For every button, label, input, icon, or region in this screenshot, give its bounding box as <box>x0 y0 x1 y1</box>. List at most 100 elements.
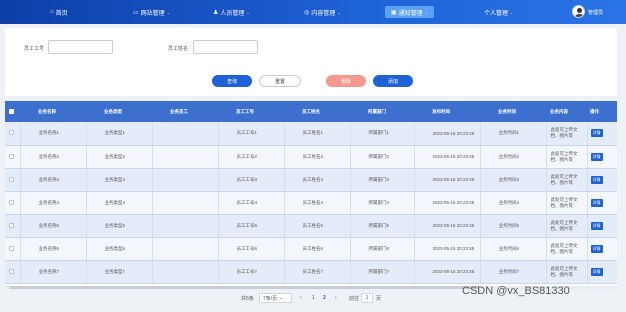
detail-button[interactable]: 详情 <box>590 244 603 253</box>
table-cell: 员工姓名4 <box>284 191 351 215</box>
employee-name-input[interactable] <box>193 40 258 54</box>
add-button[interactable]: 添加 <box>373 75 413 87</box>
column-header: 发布时间 <box>432 108 450 114</box>
avatar-body <box>575 14 584 17</box>
employee-no-label: 员工工号 <box>24 46 45 52</box>
table-cell: 所属部门1 <box>350 122 415 146</box>
column-header: 操作 <box>590 108 599 114</box>
username[interactable]: 管理员 <box>588 9 603 16</box>
table-cell: 业务时间6 <box>480 237 547 261</box>
table-cell <box>152 168 219 192</box>
goto-page-input[interactable]: 1 <box>361 293 373 303</box>
nav-personal-management[interactable]: 个人管理 ⌄ <box>484 6 513 18</box>
row-checkbox-cell[interactable] <box>5 145 21 169</box>
table-cell: 2023-05-15 20:23:45 <box>414 122 481 146</box>
detail-button[interactable]: 详情 <box>590 129 603 138</box>
column-header: 所属部门 <box>368 108 386 114</box>
select-all-checkbox[interactable] <box>5 101 20 122</box>
table-cell: 所属部门3 <box>350 168 415 192</box>
detail-button[interactable]: 详情 <box>590 221 603 230</box>
nav-website-management[interactable]: ▭ 网站管理 ⌄ <box>133 6 170 18</box>
checkbox[interactable] <box>9 153 14 159</box>
person-icon: ♟ <box>213 9 219 16</box>
next-page-button[interactable]: › <box>335 295 337 301</box>
column-header: 员工姓名 <box>302 108 320 114</box>
table-cell: 业务名称1 <box>20 122 87 146</box>
table-cell: 员工姓名2 <box>284 145 351 169</box>
nav-home[interactable]: ⌂ 首页 <box>50 6 68 18</box>
table-cell: 此处可上传文档、图片等 <box>546 191 588 215</box>
page-number-active[interactable]: 2 <box>323 295 326 301</box>
checkbox[interactable] <box>9 199 14 205</box>
row-checkbox-cell[interactable] <box>5 214 21 238</box>
table-cell: 2023-05-15 20:23:45 <box>414 168 481 192</box>
chevron-down-icon: ⌄ <box>510 9 514 15</box>
checkbox[interactable] <box>9 268 14 274</box>
table-cell: 2023-05-15 20:23:45 <box>414 260 481 284</box>
nav-personnel-management[interactable]: ♟ 人员管理 ⌄ <box>213 6 250 18</box>
table-cell: 员工姓名3 <box>284 168 351 192</box>
avatar-head <box>577 8 582 13</box>
chevron-down-icon: ⌄ <box>166 9 171 15</box>
checkbox[interactable] <box>9 108 14 114</box>
table-cell: 详情 <box>587 122 617 146</box>
table-cell: 员工姓名7 <box>284 260 351 284</box>
scrollbar-thumb[interactable] <box>9 286 479 289</box>
row-checkbox-cell[interactable] <box>5 191 21 215</box>
checkbox[interactable] <box>9 245 14 251</box>
checkbox[interactable] <box>9 222 14 228</box>
table-header-row: 业务名称 业务类型 业务员工 员工工号 员工姓名 所属部门 发布时间 业务时间 … <box>5 101 617 122</box>
table-cell: 员工工号4 <box>218 191 285 215</box>
delete-button[interactable]: 删除 <box>326 75 366 87</box>
row-checkbox-cell[interactable] <box>5 168 21 192</box>
row-checkbox-cell[interactable] <box>5 122 21 146</box>
reset-button[interactable]: 重置 <box>259 75 301 87</box>
checkbox[interactable] <box>9 176 14 182</box>
employee-no-input[interactable] <box>48 40 113 54</box>
table-cell: 员工姓名6 <box>284 237 351 261</box>
table-cell: 业务时间3 <box>480 168 547 192</box>
table-cell <box>152 145 219 169</box>
page-size-value: 7条/页 <box>263 295 278 302</box>
page-size-select[interactable]: 7条/页 ⌄ <box>259 293 292 303</box>
table-row[interactable]: 业务名称4 业务类型4 员工工号4 员工姓名4 所属部门4 2023-05-15 20:2… <box>5 191 617 215</box>
detail-button[interactable]: 详情 <box>590 152 603 161</box>
table-cell: 此处可上传文档、图片等 <box>546 260 588 284</box>
table-row[interactable]: 业务名称5 业务类型5 员工工号5 员工姓名5 所属部门5 2023-05-15 20:2… <box>5 214 617 238</box>
row-checkbox-cell[interactable] <box>5 260 21 284</box>
table-cell: 业务类型4 <box>86 191 153 215</box>
chevron-down-icon: ⌄ <box>279 295 284 301</box>
nav-content-management[interactable]: ◎ 内容管理 ⌄ <box>304 6 341 18</box>
table-cell: 业务时间5 <box>480 214 547 238</box>
search-panel: 员工工号 员工姓名 查询 重置 删除 添加 <box>5 28 617 96</box>
data-table: 业务名称 业务类型 业务员工 员工工号 员工姓名 所属部门 发布时间 业务时间 … <box>5 101 617 286</box>
table-cell: 此处可上传文档、图片等 <box>546 122 588 146</box>
table-cell: 2023-05-15 20:23:45 <box>414 237 481 261</box>
table-row[interactable]: 业务名称2 业务类型2 员工工号2 员工姓名2 所属部门2 2023-05-15 20:2… <box>5 145 617 169</box>
table-row[interactable]: 业务名称3 业务类型3 员工工号3 员工姓名3 所属部门3 2023-05-15 20:2… <box>5 168 617 192</box>
table-row[interactable]: 业务名称6 业务类型6 员工工号6 员工姓名6 所属部门6 2023-05-15 20:2… <box>5 237 617 261</box>
detail-button[interactable]: 详情 <box>590 267 603 276</box>
table-cell: 详情 <box>587 260 617 284</box>
prev-page-button[interactable]: ‹ <box>300 295 302 301</box>
column-header: 员工工号 <box>236 108 254 114</box>
table-cell: 业务名称3 <box>20 168 87 192</box>
table-cell: 业务时间2 <box>480 145 547 169</box>
nav-notice-management[interactable]: ▣ 通知管理 ⌄ <box>385 6 435 18</box>
table-cell: 业务名称5 <box>20 214 87 238</box>
detail-button[interactable]: 详情 <box>590 175 603 184</box>
table-row[interactable]: 业务名称7 业务类型7 员工工号7 员工姓名7 所属部门7 2023-05-15 20:2… <box>5 260 617 284</box>
query-button[interactable]: 查询 <box>212 75 252 87</box>
checkbox[interactable] <box>9 130 14 136</box>
nav-personal-label: 个人管理 <box>484 10 509 17</box>
page-number[interactable]: 1 <box>312 295 315 301</box>
column-header: 业务时间 <box>498 108 516 114</box>
watermark: CSDN @vx_BS81330 <box>462 285 570 297</box>
table-cell: 员工工号1 <box>218 122 285 146</box>
avatar[interactable] <box>572 5 585 18</box>
table-row[interactable]: 业务名称1 业务类型1 员工工号1 员工姓名1 所属部门1 2023-05-15 20:2… <box>5 122 617 146</box>
chevron-down-icon: ⌄ <box>424 9 429 15</box>
table-cell: 2023-05-15 20:23:45 <box>414 214 481 238</box>
row-checkbox-cell[interactable] <box>5 237 21 261</box>
detail-button[interactable]: 详情 <box>590 198 603 207</box>
